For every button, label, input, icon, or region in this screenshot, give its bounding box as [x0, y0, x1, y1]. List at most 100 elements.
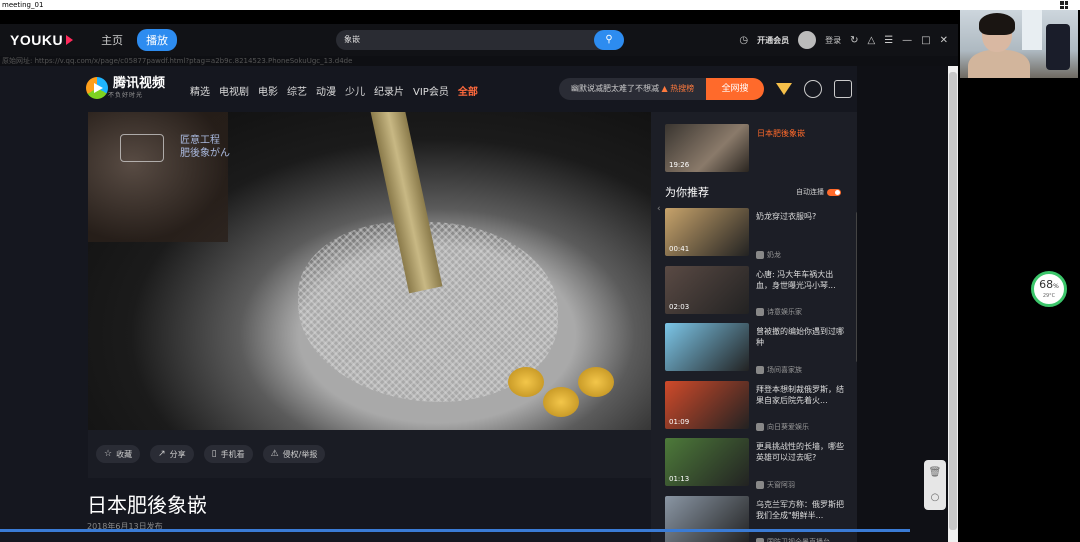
- favorite-button[interactable]: ☆ 收藏: [96, 445, 141, 463]
- uploader: 诗意娱乐家: [756, 307, 848, 317]
- skin-icon[interactable]: △: [867, 35, 875, 46]
- hot-search-link[interactable]: 热搜榜: [670, 84, 694, 93]
- duration: 01:09: [669, 417, 690, 426]
- list-item-title: 乌克兰军方称：俄罗斯把我们全成"朝鲜半...: [756, 499, 844, 520]
- upload-icon[interactable]: [834, 80, 852, 98]
- meeting-title-bar: meeting_01: [0, 0, 1080, 10]
- autoplay-toggle[interactable]: 自动连播: [796, 187, 841, 197]
- tencent-slogan: 不负好时光: [108, 92, 144, 99]
- video-frame-gold: [508, 367, 544, 397]
- refresh-icon[interactable]: ↻: [850, 35, 858, 46]
- search-icon: ⚲: [605, 34, 613, 45]
- nav-item[interactable]: 电视剧: [219, 83, 249, 98]
- duration: 02:03: [669, 302, 690, 311]
- scrollbar-thumb[interactable]: [949, 72, 957, 530]
- youku-login-link[interactable]: 登录: [825, 35, 841, 46]
- history-icon[interactable]: [804, 80, 822, 98]
- battery-percent: 68%: [1039, 278, 1059, 291]
- list-item-info: 奶龙穿过衣服吗? 奶龙: [756, 208, 848, 266]
- report-button[interactable]: ⚠ 侵权/举报: [262, 445, 326, 463]
- chevron-left-icon[interactable]: ‹: [657, 204, 663, 234]
- tencent-logo[interactable]: 腾讯视频 不负好时光: [86, 77, 165, 99]
- current-video-item[interactable]: 19:26 日本肥後象嵌: [665, 124, 805, 172]
- list-item-info: 拜登本想制裁俄罗斯，结果自家后院先着火... 向日葵爱娱乐: [756, 381, 848, 439]
- tencent-search-placeholder: 幽默说减肥太难了不想减: [571, 84, 659, 93]
- comment-icon[interactable]: ○: [931, 492, 940, 503]
- source-url[interactable]: 原始网址: https://v.qq.com/x/page/c05877pawd…: [0, 56, 958, 66]
- recommend-heading: 为你推荐: [665, 186, 709, 199]
- clock-icon[interactable]: ◷: [739, 35, 748, 46]
- duration: 00:41: [669, 245, 690, 253]
- list-item-title: 拜登本想制裁俄罗斯，结果自家后院先着火...: [756, 384, 844, 405]
- star-icon: ☆: [104, 449, 113, 459]
- thumbnail: [665, 323, 749, 371]
- video-actions-bar: ☆ 收藏 ↗ 分享 ▯ 手机看 ⚠ 侵权/举报: [88, 430, 651, 478]
- video-title: 日本肥後象嵌: [87, 493, 207, 517]
- nav-item[interactable]: VIP会员: [413, 83, 449, 98]
- list-item-title: 心唐: 冯大年车祸大出血，身世曝光冯小琴...: [756, 269, 836, 290]
- vip-icon[interactable]: [776, 83, 792, 95]
- list-item[interactable]: 02:03 心唐: 冯大年车祸大出血，身世曝光冯小琴... 诗意娱乐家: [665, 265, 851, 324]
- minimize-icon[interactable]: —: [902, 35, 912, 46]
- fire-icon: ▲: [661, 84, 668, 93]
- current-video-title: 日本肥後象嵌: [757, 129, 805, 138]
- maximize-icon[interactable]: □: [921, 35, 930, 46]
- youku-logo[interactable]: YOUKU: [10, 32, 74, 48]
- video-frame-gold: [578, 367, 614, 397]
- thumbnail: 01:09: [665, 380, 749, 429]
- nav-item[interactable]: 纪录片: [374, 83, 404, 98]
- tencent-header: 腾讯视频 不负好时光 精选 电视剧 电影 综艺 动漫 少儿 纪录片 VIP会员 …: [0, 66, 948, 112]
- grid-icon[interactable]: [1060, 1, 1068, 9]
- youku-nav-play[interactable]: 播放: [137, 29, 178, 51]
- thumbnail: [665, 495, 749, 542]
- video-frame-hand: [88, 112, 228, 242]
- uploader: 天窗阿羽: [756, 480, 848, 490]
- progress-line: [0, 529, 910, 532]
- video-player[interactable]: 匠意工程 肥後象がん: [88, 112, 651, 430]
- youku-search-input[interactable]: 象嵌 ⚲: [336, 30, 624, 50]
- nav-item[interactable]: 电影: [258, 83, 278, 98]
- share-button[interactable]: ↗ 分享: [150, 445, 194, 463]
- youku-vip-link[interactable]: 开通会员: [757, 35, 789, 46]
- warning-icon: ⚠: [270, 449, 279, 459]
- uploader: 场间喜家族: [756, 365, 848, 375]
- tencent-logo-name: 腾讯视频: [113, 76, 166, 91]
- duration: 19:26: [669, 161, 690, 169]
- thumbnail: 02:03: [665, 265, 749, 314]
- list-item[interactable]: 曾被撤的编始你遇到过哪种 场间喜家族: [665, 323, 851, 381]
- search-button-label: 全网搜: [721, 84, 749, 94]
- watermark-logo-icon: [120, 134, 164, 162]
- duration: 01:13: [669, 475, 690, 483]
- trash-icon[interactable]: 🗑: [929, 467, 942, 478]
- toggle-switch[interactable]: [827, 188, 841, 196]
- youku-nav-home[interactable]: 主页: [101, 32, 123, 48]
- list-item[interactable]: 乌克兰军方称：俄罗斯把我们全成"朝鲜半... 国防卫视全景直播台: [665, 495, 851, 542]
- recommend-sidebar: 19:26 日本肥後象嵌 为你推荐 自动连播 00:41 奶龙穿过衣服吗? 奶龙 02…: [651, 112, 857, 542]
- performance-widget[interactable]: 68% 29°C: [1031, 271, 1067, 307]
- thumbnail: 19:26: [665, 124, 749, 172]
- uploader-avatar-icon: [756, 365, 764, 374]
- list-item[interactable]: 00:41 奶龙穿过衣服吗? 奶龙: [665, 208, 851, 266]
- webcam-video[interactable]: [960, 10, 1078, 78]
- tencent-search-input[interactable]: 幽默说减肥太难了不想减 ▲ 热搜榜: [559, 78, 709, 100]
- menu-icon[interactable]: ☰: [884, 35, 893, 46]
- uploader-avatar-icon: [756, 480, 764, 489]
- list-item[interactable]: 01:09 拜登本想制裁俄罗斯，结果自家后院先着火... 向日葵爱娱乐: [665, 380, 851, 439]
- list-item[interactable]: 01:13 更具挑战性的长墙，哪些英雄可以过去呢? 天窗阿羽: [665, 438, 851, 496]
- nav-item-all[interactable]: 全部: [458, 83, 478, 98]
- avatar[interactable]: [798, 31, 817, 49]
- vertical-scrollbar[interactable]: [948, 66, 958, 542]
- video-watermark: 匠意工程 肥後象がん: [120, 134, 270, 164]
- close-icon[interactable]: ✕: [940, 35, 948, 46]
- nav-item[interactable]: 综艺: [287, 83, 307, 98]
- list-item-info: 曾被撤的编始你遇到过哪种 场间喜家族: [756, 323, 848, 381]
- nav-item[interactable]: 精选: [190, 83, 210, 98]
- nav-item[interactable]: 少儿: [345, 83, 365, 98]
- mobile-watch-button[interactable]: ▯ 手机看: [203, 445, 253, 463]
- youku-search-button[interactable]: ⚲: [594, 30, 624, 50]
- tencent-search-button[interactable]: 全网搜: [706, 78, 764, 100]
- nav-item[interactable]: 动漫: [316, 83, 336, 98]
- tencent-nav: 精选 电视剧 电影 综艺 动漫 少儿 纪录片 VIP会员 全部: [190, 83, 478, 98]
- list-item-title: 更具挑战性的长墙，哪些英雄可以过去呢?: [756, 442, 844, 462]
- watermark-text: 匠意工程 肥後象がん: [180, 135, 230, 159]
